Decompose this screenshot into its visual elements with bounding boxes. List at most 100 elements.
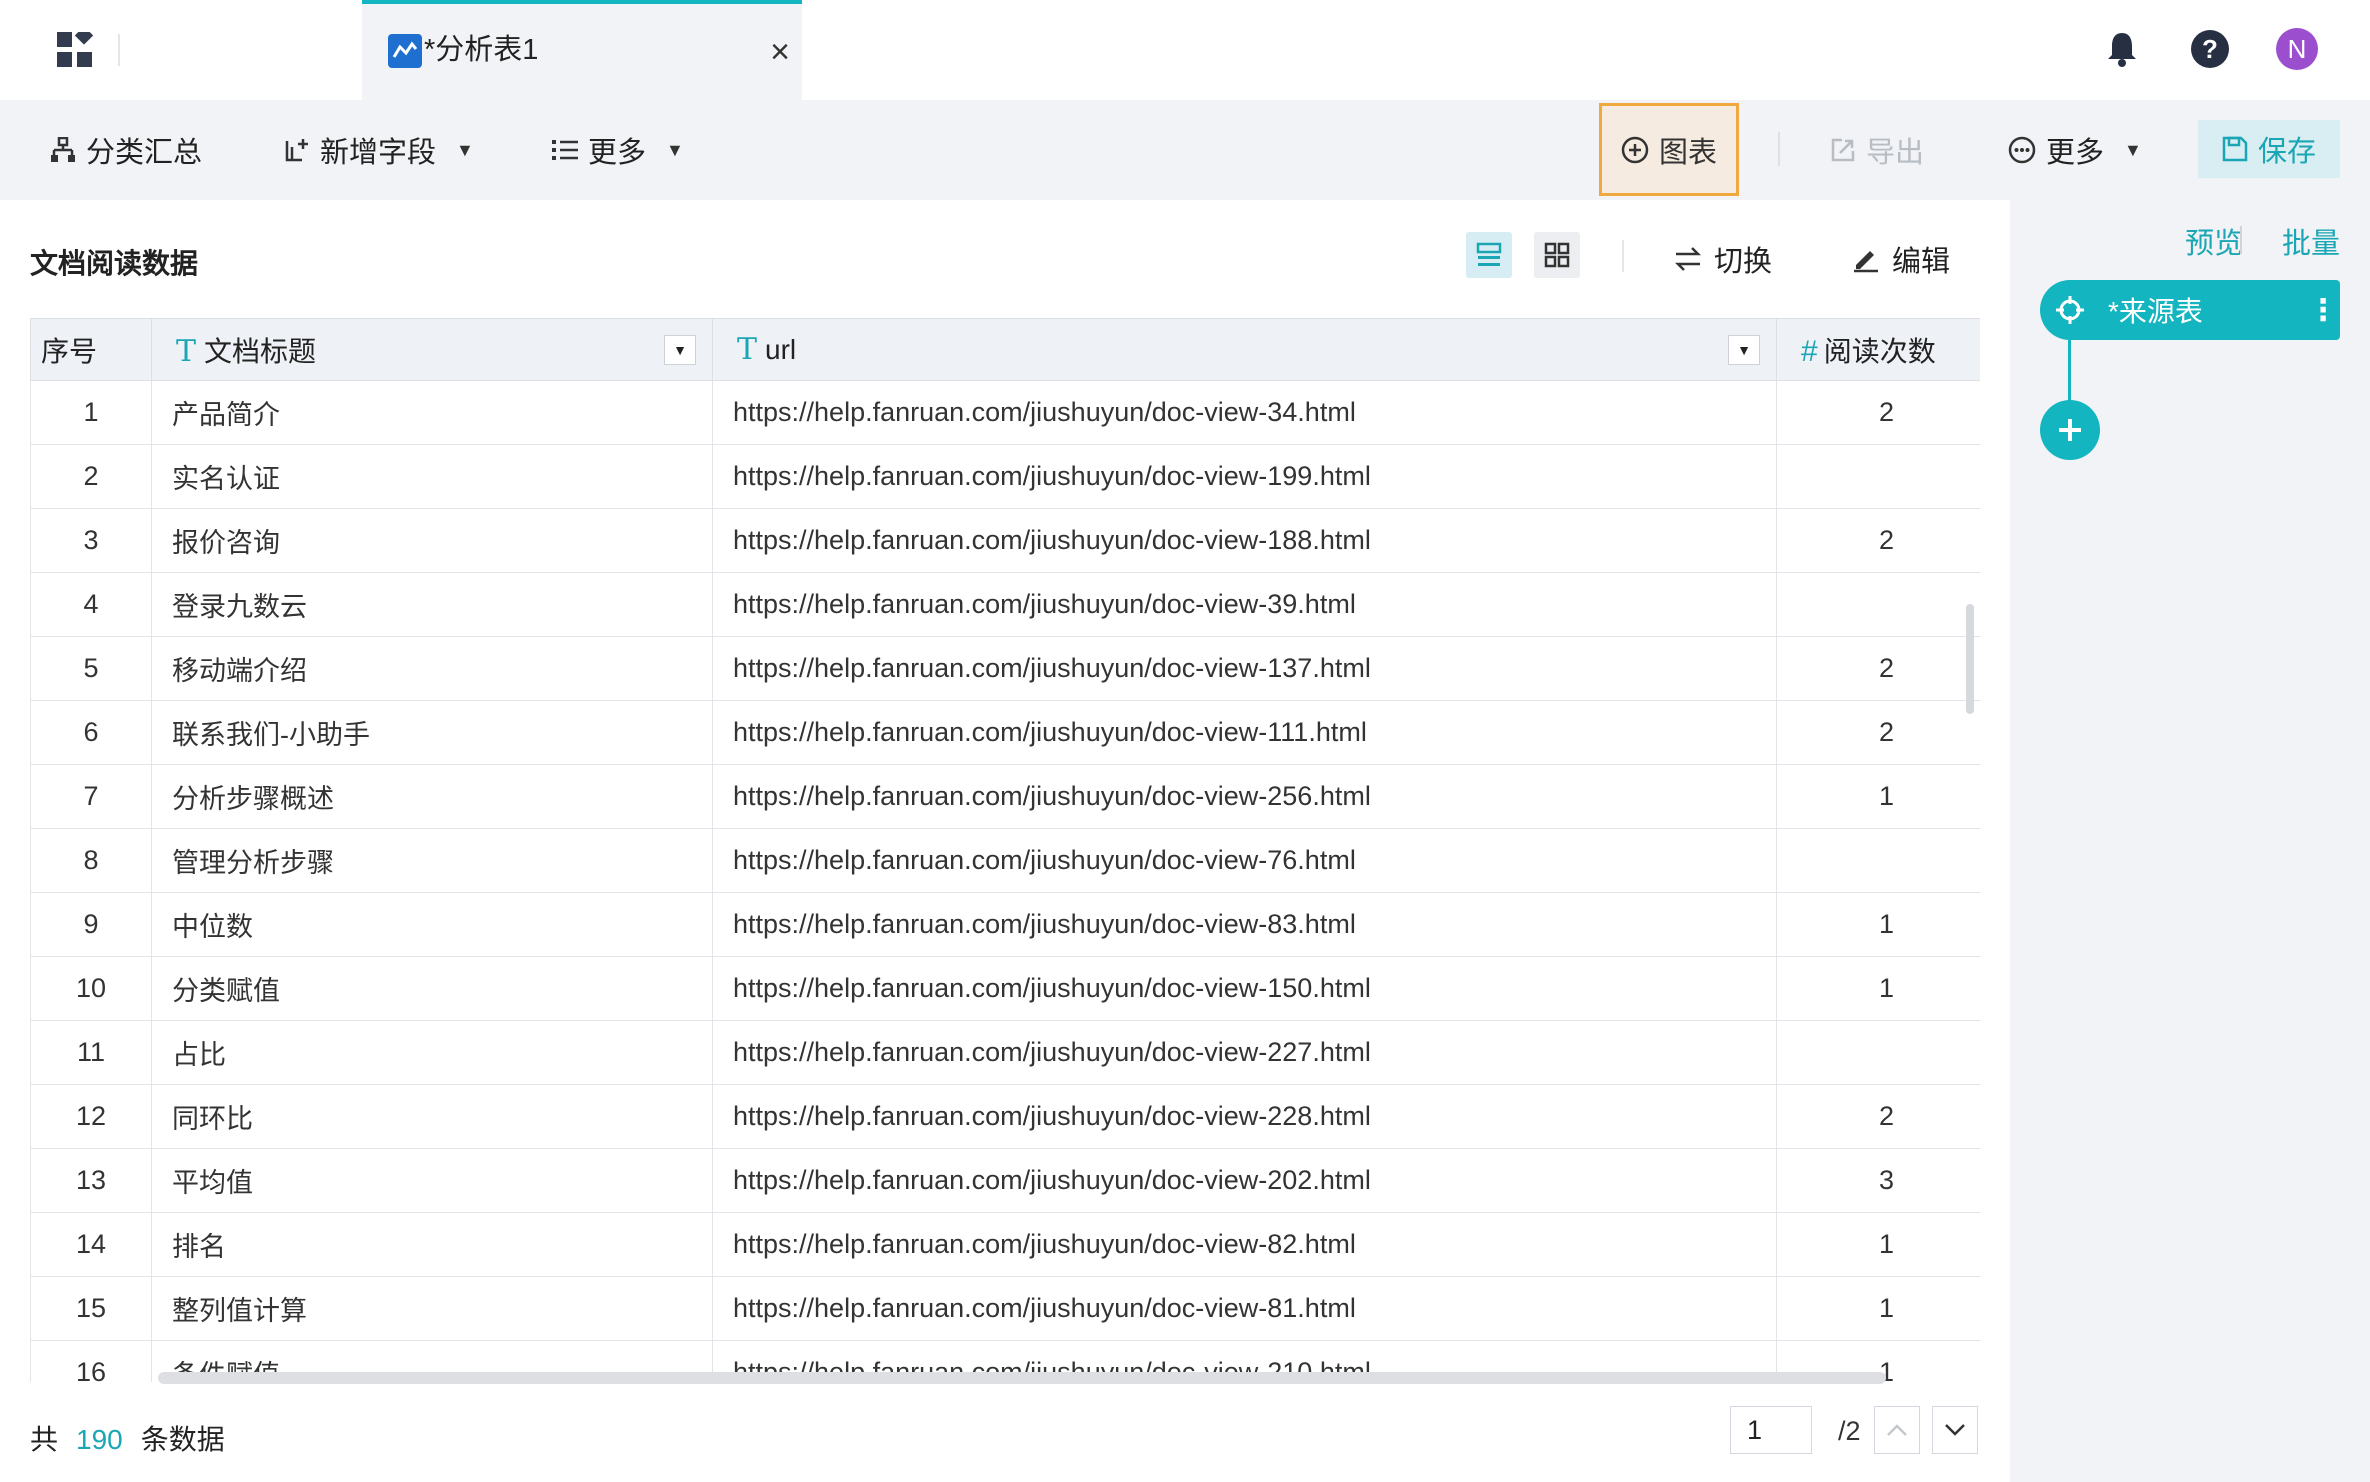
cell-read-count[interactable]: 2: [1776, 700, 1980, 765]
column-header-url[interactable]: Turl ▼: [712, 318, 1777, 381]
cell-index[interactable]: 13: [30, 1148, 152, 1213]
cell-title[interactable]: 登录九数云: [151, 572, 713, 637]
cell-read-count[interactable]: 3: [1776, 1148, 1980, 1213]
source-table-node[interactable]: *来源表 ⋮: [2040, 280, 2340, 340]
cell-title[interactable]: 平均值: [151, 1148, 713, 1213]
table-row[interactable]: 6 联系我们-小助手 https://help.fanruan.com/jiushu…: [30, 700, 1980, 765]
prev-page-button[interactable]: [1874, 1406, 1920, 1454]
cell-url[interactable]: https://help.fanruan.com/jiushuyun/doc-v…: [712, 380, 1777, 445]
cell-title[interactable]: 分析步骤概述: [151, 764, 713, 829]
next-page-button[interactable]: [1932, 1406, 1978, 1454]
cell-index[interactable]: 9: [30, 892, 152, 957]
cell-title[interactable]: 管理分析步骤: [151, 828, 713, 893]
column-header-read-count[interactable]: # 阅读次数: [1776, 318, 1980, 381]
table-row[interactable]: 4 登录九数云 https://help.fanruan.com/jiushuyun…: [30, 572, 1980, 637]
more-right-button[interactable]: 更多 ▼: [2008, 128, 2142, 172]
cell-read-count[interactable]: [1776, 572, 1980, 637]
cell-read-count[interactable]: 2: [1776, 636, 1980, 701]
save-button[interactable]: 保存: [2198, 120, 2340, 178]
cell-url[interactable]: https://help.fanruan.com/jiushuyun/doc-v…: [712, 508, 1777, 573]
preview-link[interactable]: 预览: [2185, 220, 2243, 262]
cell-index[interactable]: 10: [30, 956, 152, 1021]
cell-read-count[interactable]: [1776, 828, 1980, 893]
table-row[interactable]: 8 管理分析步骤 https://help.fanruan.com/jiushuyu…: [30, 828, 1980, 893]
column-dropdown-button[interactable]: ▼: [1728, 335, 1760, 365]
cell-url[interactable]: https://help.fanruan.com/jiushuyun/doc-v…: [712, 444, 1777, 509]
close-icon[interactable]: ×: [762, 34, 798, 70]
cell-index[interactable]: 6: [30, 700, 152, 765]
cell-url[interactable]: https://help.fanruan.com/jiushuyun/doc-v…: [712, 1020, 1777, 1085]
cell-read-count[interactable]: 1: [1776, 764, 1980, 829]
cell-read-count[interactable]: 1: [1776, 1212, 1980, 1277]
cell-title[interactable]: 产品简介: [151, 380, 713, 445]
cell-url[interactable]: https://help.fanruan.com/jiushuyun/doc-v…: [712, 636, 1777, 701]
column-dropdown-button[interactable]: ▼: [664, 335, 696, 365]
grid-view-button[interactable]: [1534, 232, 1580, 278]
table-row[interactable]: 2 实名认证 https://help.fanruan.com/jiushuyun/…: [30, 444, 1980, 509]
cell-index[interactable]: 1: [30, 380, 152, 445]
batch-link[interactable]: 批量: [2282, 220, 2340, 262]
cell-url[interactable]: https://help.fanruan.com/jiushuyun/doc-v…: [712, 1148, 1777, 1213]
cell-url[interactable]: https://help.fanruan.com/jiushuyun/doc-v…: [712, 700, 1777, 765]
help-icon[interactable]: ?: [2189, 28, 2231, 70]
table-row[interactable]: 1 产品简介 https://help.fanruan.com/jiushuyun/…: [30, 380, 1980, 445]
add-step-button[interactable]: [2040, 400, 2100, 460]
tab-analysis-sheet[interactable]: *分析表1 ×: [362, 0, 802, 100]
cell-url[interactable]: https://help.fanruan.com/jiushuyun/doc-v…: [712, 956, 1777, 1021]
cell-index[interactable]: 7: [30, 764, 152, 829]
edit-button[interactable]: 编辑: [1852, 238, 1950, 280]
table-row[interactable]: 13 平均值 https://help.fanruan.com/jiushuyun/…: [30, 1148, 1980, 1213]
cell-read-count[interactable]: [1776, 444, 1980, 509]
cell-title[interactable]: 同环比: [151, 1084, 713, 1149]
cell-index[interactable]: 16: [30, 1340, 152, 1382]
cell-url[interactable]: https://help.fanruan.com/jiushuyun/doc-v…: [712, 764, 1777, 829]
horizontal-scrollbar[interactable]: [158, 1372, 1886, 1384]
cell-url[interactable]: https://help.fanruan.com/jiushuyun/doc-v…: [712, 572, 1777, 637]
table-row[interactable]: 3 报价咨询 https://help.fanruan.com/jiushuyun/…: [30, 508, 1980, 573]
list-view-button[interactable]: [1466, 232, 1512, 278]
cell-title[interactable]: 报价咨询: [151, 508, 713, 573]
cell-index[interactable]: 8: [30, 828, 152, 893]
column-header-index[interactable]: 序号: [30, 318, 152, 381]
table-row[interactable]: 9 中位数 https://help.fanruan.com/jiushuyun/d…: [30, 892, 1980, 957]
table-row[interactable]: 10 分类赋值 https://help.fanruan.com/jiushuyun…: [30, 956, 1980, 1021]
cell-url[interactable]: https://help.fanruan.com/jiushuyun/doc-v…: [712, 1276, 1777, 1341]
table-row[interactable]: 7 分析步骤概述 https://help.fanruan.com/jiushuyu…: [30, 764, 1980, 829]
chart-button[interactable]: 图表: [1599, 103, 1739, 196]
add-field-button[interactable]: 新增字段 ▼: [284, 128, 474, 172]
table-row[interactable]: 15 整列值计算 https://help.fanruan.com/jiushuyu…: [30, 1276, 1980, 1341]
cell-url[interactable]: https://help.fanruan.com/jiushuyun/doc-v…: [712, 892, 1777, 957]
group-summary-button[interactable]: 分类汇总: [50, 128, 202, 172]
vertical-scrollbar[interactable]: [1966, 604, 1974, 714]
page-number-input[interactable]: [1730, 1406, 1812, 1454]
cell-index[interactable]: 4: [30, 572, 152, 637]
cell-index[interactable]: 15: [30, 1276, 152, 1341]
cell-title[interactable]: 联系我们-小助手: [151, 700, 713, 765]
cell-read-count[interactable]: 1: [1776, 892, 1980, 957]
cell-title[interactable]: 整列值计算: [151, 1276, 713, 1341]
cell-title[interactable]: 实名认证: [151, 444, 713, 509]
cell-index[interactable]: 12: [30, 1084, 152, 1149]
cell-read-count[interactable]: [1776, 1020, 1980, 1085]
avatar[interactable]: N: [2276, 28, 2318, 70]
export-button[interactable]: 导出: [1830, 128, 1924, 172]
cell-url[interactable]: https://help.fanruan.com/jiushuyun/doc-v…: [712, 1084, 1777, 1149]
table-row[interactable]: 12 同环比 https://help.fanruan.com/jiushuyun/…: [30, 1084, 1980, 1149]
cell-read-count[interactable]: 2: [1776, 1084, 1980, 1149]
cell-title[interactable]: 中位数: [151, 892, 713, 957]
kebab-icon[interactable]: ⋮: [2306, 293, 2340, 328]
cell-read-count[interactable]: 2: [1776, 508, 1980, 573]
cell-index[interactable]: 2: [30, 444, 152, 509]
column-header-title[interactable]: T 文档标题 ▼: [151, 318, 713, 381]
switch-button[interactable]: 切换: [1674, 238, 1772, 280]
cell-index[interactable]: 3: [30, 508, 152, 573]
cell-read-count[interactable]: 1: [1776, 1276, 1980, 1341]
more-left-button[interactable]: 更多 ▼: [552, 128, 684, 172]
table-row[interactable]: 11 占比 https://help.fanruan.com/jiushuyun/d…: [30, 1020, 1980, 1085]
cell-index[interactable]: 5: [30, 636, 152, 701]
table-row[interactable]: 5 移动端介绍 https://help.fanruan.com/jiushuyun…: [30, 636, 1980, 701]
cell-title[interactable]: 占比: [151, 1020, 713, 1085]
cell-index[interactable]: 11: [30, 1020, 152, 1085]
cell-title[interactable]: 分类赋值: [151, 956, 713, 1021]
table-row[interactable]: 14 排名 https://help.fanruan.com/jiushuyun/d…: [30, 1212, 1980, 1277]
